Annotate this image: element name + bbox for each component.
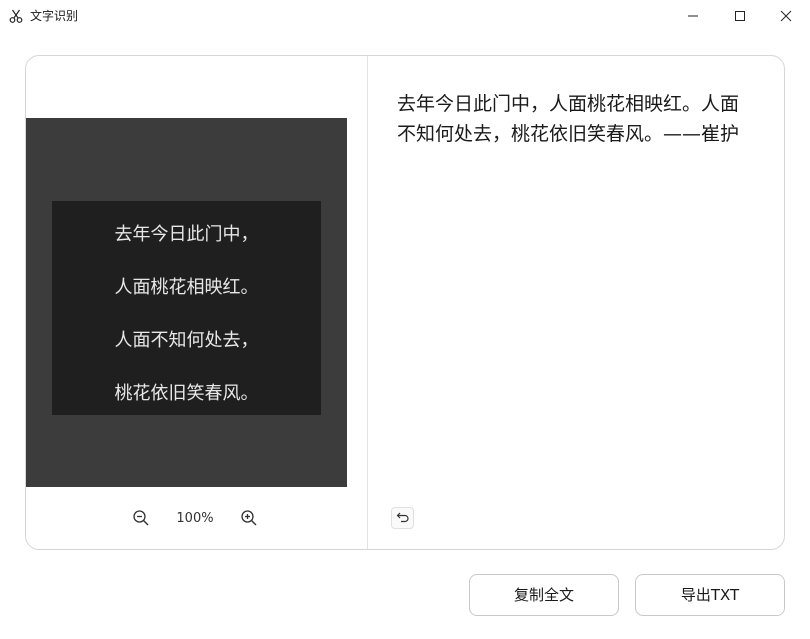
image-text-box: 去年今日此门中， 人面桃花相映红。 人面不知何处去， 桃花依旧笑春风。 [52, 201, 321, 415]
minimize-icon [687, 7, 699, 26]
recognized-text[interactable]: 去年今日此门中，人面桃花相映红。人面不知何处去，桃花依旧笑春风。——崔护 [397, 89, 749, 149]
image-preview: 去年今日此门中， 人面桃花相映红。 人面不知何处去， 桃花依旧笑春风。 [26, 118, 347, 487]
zoom-out-icon[interactable] [132, 509, 150, 527]
image-line: 去年今日此门中， [114, 224, 259, 245]
image-line: 人面不知何处去， [114, 330, 259, 351]
undo-icon [396, 509, 410, 528]
panel-divider [367, 56, 368, 549]
main-panel: 去年今日此门中， 人面桃花相映红。 人面不知何处去， 桃花依旧笑春风。 100%… [25, 55, 785, 550]
image-line: 人面桃花相映红。 [114, 277, 259, 298]
image-line: 桃花依旧笑春风。 [114, 383, 259, 404]
scissors-icon [8, 8, 24, 24]
close-button[interactable] [763, 0, 809, 32]
undo-button[interactable] [391, 507, 414, 529]
export-txt-button[interactable]: 导出TXT [635, 574, 785, 616]
copy-all-button[interactable]: 复制全文 [469, 574, 619, 616]
minimize-button[interactable] [670, 0, 716, 32]
zoom-level: 100% [176, 511, 214, 526]
close-icon [780, 7, 792, 26]
zoom-in-icon[interactable] [240, 509, 258, 527]
maximize-button[interactable] [717, 0, 763, 32]
title-bar: 文字识别 [0, 0, 810, 32]
window-title: 文字识别 [30, 9, 79, 23]
maximize-icon [734, 7, 746, 26]
